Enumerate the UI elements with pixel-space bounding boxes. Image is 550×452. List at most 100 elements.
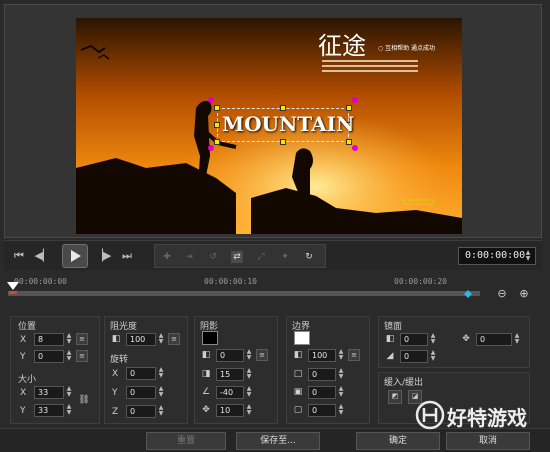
position-y-spinner[interactable]: ▲ ▼ <box>65 350 73 363</box>
border-soft-field[interactable]: 0 <box>308 386 336 399</box>
shadow-blur-spinner[interactable]: ▲ ▼ <box>245 368 253 381</box>
resize-handle-ml[interactable] <box>214 122 220 128</box>
overlay-title-text[interactable]: MOUNTAIN <box>222 112 354 136</box>
position-x-spinner[interactable]: ▲ ▼ <box>65 333 73 346</box>
shadow-opacity-field[interactable]: 0 <box>216 349 244 362</box>
zoom-out-icon[interactable]: ⊖ <box>496 288 508 300</box>
site-watermark: 好特游戏 <box>415 400 550 430</box>
fade-title: 缓入/缓出 <box>384 378 424 388</box>
border-corner-field[interactable]: 0 <box>308 404 336 417</box>
cancel-button[interactable]: 取消 <box>446 432 530 450</box>
skip-start-icon[interactable]: ⏮ <box>8 246 30 266</box>
rotation-z-field[interactable]: 0 <box>126 405 156 418</box>
mirror-opacity-spinner[interactable]: ▲ ▼ <box>429 333 437 346</box>
tool1-icon[interactable]: ✚ <box>161 251 173 263</box>
step-forward-icon[interactable]: ▕▶ <box>92 246 114 266</box>
shadow-distance-spinner[interactable]: ▲ ▼ <box>245 404 253 417</box>
timeline-ruler[interactable]: 00:00:00:00 00:00:00:10 00:00:00:20 <box>4 274 494 302</box>
watermark-text: 好特游戏 <box>447 406 527 430</box>
rotation-y-field[interactable]: 0 <box>126 386 156 399</box>
shadow-angle-spinner[interactable]: ▲ ▼ <box>245 386 253 399</box>
position-x-label: X <box>20 335 27 345</box>
shadow-opacity-spinner[interactable]: ▲ ▼ <box>245 349 253 362</box>
opacity-spinner[interactable]: ▲ ▼ <box>157 333 165 346</box>
resize-handle-tr[interactable] <box>346 105 352 111</box>
border-opacity-spinner[interactable]: ▲ ▼ <box>337 349 345 362</box>
resize-handle-tl[interactable] <box>214 105 220 111</box>
link-icon[interactable]: ⛓ <box>78 394 90 406</box>
shadow-opacity-icon: ◧ <box>201 350 211 360</box>
position-x-menu[interactable]: ≡ <box>76 333 88 345</box>
mirror-offset-spinner[interactable]: ▲ ▼ <box>513 333 521 346</box>
fade-in-icon[interactable]: ◩ <box>388 390 402 404</box>
ruler-tick-label: 00:00:00:20 <box>394 277 447 286</box>
rotate-handle-br[interactable] <box>352 145 358 151</box>
rotate-handle-tl[interactable] <box>208 97 214 103</box>
border-corner-icon: ▢ <box>293 405 303 415</box>
opacity-icon: ◧ <box>111 334 121 344</box>
mirror-move-icon: ✥ <box>462 334 470 344</box>
border-corner-spinner[interactable]: ▲ ▼ <box>337 404 345 417</box>
opacity-title: 阻光度 <box>110 322 138 332</box>
resize-handle-bm[interactable] <box>280 139 286 145</box>
size-x-spinner[interactable]: ▲ ▼ <box>65 386 73 399</box>
size-y-field[interactable]: 33 <box>34 404 64 417</box>
step-back-icon[interactable]: ◀▏ <box>32 246 54 266</box>
rotate-handle-bl[interactable] <box>208 145 214 151</box>
mirror-title: 镜面 <box>384 322 403 332</box>
opacity-field[interactable]: 100 <box>126 333 156 346</box>
end-marker[interactable] <box>464 290 472 298</box>
position-y-field[interactable]: 0 <box>34 350 64 363</box>
rotate-handle-tr[interactable] <box>352 97 358 103</box>
playhead-marker[interactable] <box>6 281 20 295</box>
skip-end-icon[interactable]: ⏭ <box>116 246 138 266</box>
border-opacity-menu[interactable]: ≡ <box>348 349 360 361</box>
shadow-opacity-menu[interactable]: ≡ <box>256 349 268 361</box>
position-x-field[interactable]: 8 <box>34 333 64 346</box>
border-soft-spinner[interactable]: ▲ ▼ <box>337 386 345 399</box>
border-width-spinner[interactable]: ▲ ▼ <box>337 368 345 381</box>
rotation-z-label: Z <box>112 407 119 417</box>
tool6-icon[interactable]: ✦ <box>279 251 291 263</box>
mirror-fade-field[interactable]: 0 <box>400 350 428 363</box>
transport-bar: ⏮ ◀▏ ▕▶ ⏭ ✚ ⇥ ↺ ⇄ ⤢ ✦ ↻ 0:00:00:00 ▲ ▼ <box>4 240 542 270</box>
rotation-y-spinner[interactable]: ▲ ▼ <box>157 386 165 399</box>
tool7-icon[interactable]: ↻ <box>303 251 315 263</box>
resize-handle-tm[interactable] <box>280 105 286 111</box>
border-width-field[interactable]: 0 <box>308 368 336 381</box>
shadow-angle-field[interactable]: -40 <box>216 386 244 399</box>
size-y-spinner[interactable]: ▲ ▼ <box>65 404 73 417</box>
resize-handle-br[interactable] <box>346 139 352 145</box>
tool3-icon[interactable]: ↺ <box>207 251 219 263</box>
timecode-spinner[interactable]: ▲ ▼ <box>524 250 532 263</box>
border-opacity-field[interactable]: 100 <box>308 349 336 362</box>
rotation-y-label: Y <box>112 388 118 398</box>
mirror-opacity-field[interactable]: 0 <box>400 333 428 346</box>
opacity-menu[interactable]: ≡ <box>168 333 180 345</box>
reset-button[interactable]: 重置 <box>146 432 226 450</box>
mirror-fade-spinner[interactable]: ▲ ▼ <box>429 350 437 363</box>
zoom-in-icon[interactable]: ⊕ <box>518 288 530 300</box>
size-x-field[interactable]: 33 <box>34 386 64 399</box>
shadow-distance-field[interactable]: 10 <box>216 404 244 417</box>
rotation-x-spinner[interactable]: ▲ ▼ <box>157 367 165 380</box>
ok-button[interactable]: 确定 <box>356 432 440 450</box>
resize-handle-bl[interactable] <box>214 139 220 145</box>
save-to-button[interactable]: 保存至... <box>236 432 320 450</box>
border-color-swatch[interactable] <box>294 331 310 345</box>
ruler-tick-label: 00:00:00:10 <box>204 277 257 286</box>
tool2-icon[interactable]: ⇥ <box>183 251 195 263</box>
rotation-title: 旋转 <box>110 355 129 365</box>
timeline-track[interactable] <box>8 291 480 296</box>
shadow-color-swatch[interactable] <box>202 331 218 345</box>
position-y-menu[interactable]: ≡ <box>76 350 88 362</box>
rotation-z-spinner[interactable]: ▲ ▼ <box>157 405 165 418</box>
shadow-blur-field[interactable]: 15 <box>216 368 244 381</box>
mirror-offset-field[interactable]: 0 <box>476 333 512 346</box>
position-y-label: Y <box>20 352 26 362</box>
play-button[interactable] <box>62 244 88 268</box>
swap-icon[interactable]: ⇄ <box>231 251 243 263</box>
tool5-icon[interactable]: ⤢ <box>255 251 267 263</box>
rotation-x-field[interactable]: 0 <box>126 367 156 380</box>
border-opacity-icon: ◧ <box>293 350 303 360</box>
